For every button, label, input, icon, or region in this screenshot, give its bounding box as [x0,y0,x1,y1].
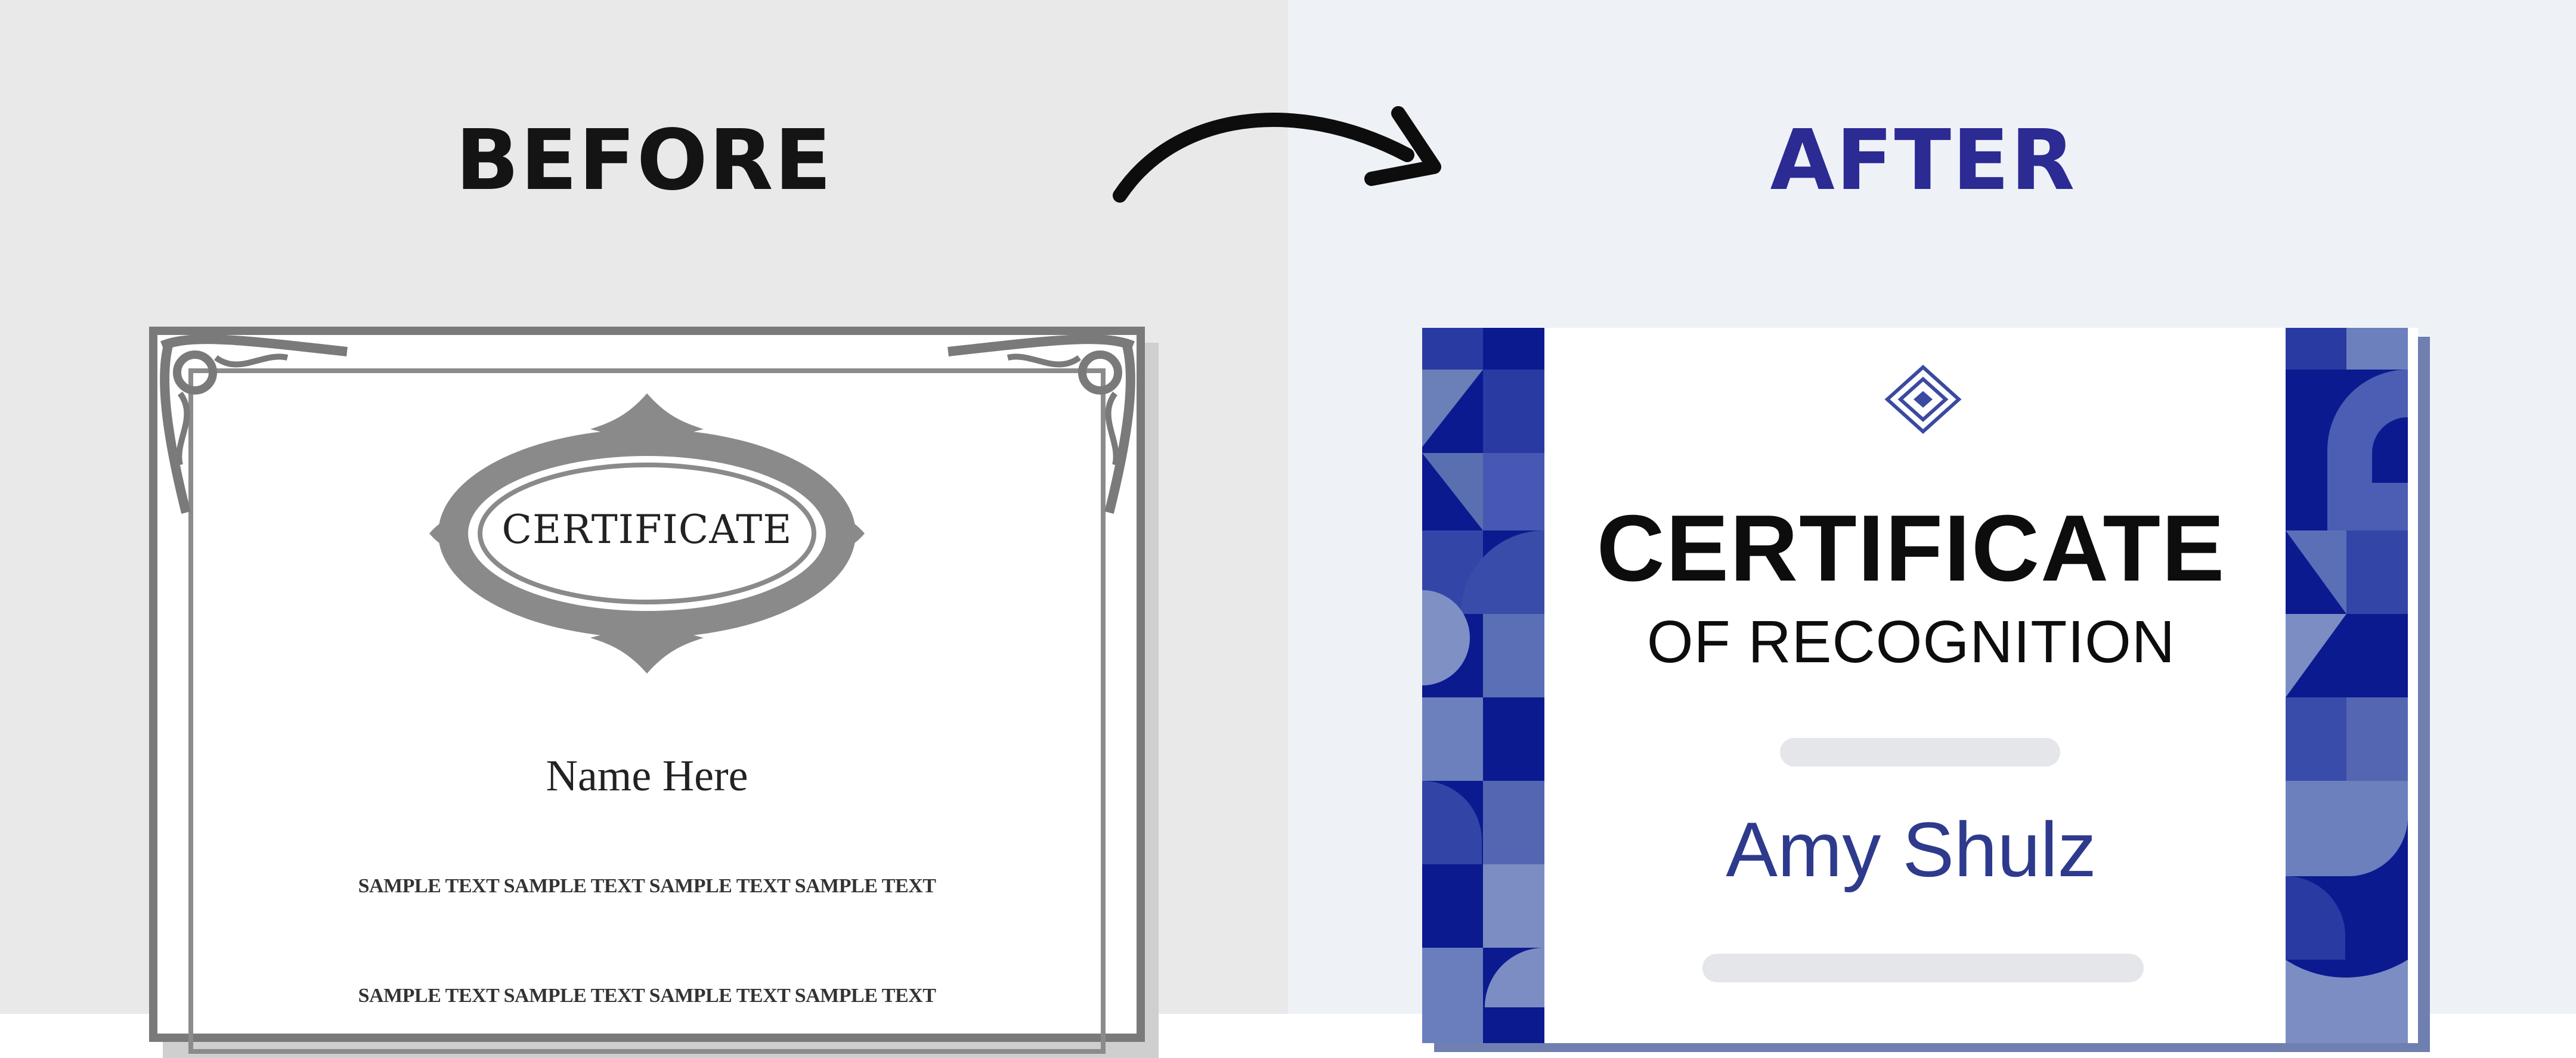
diamond-logo-icon [1884,364,1962,435]
after-certificate-name: Amy Shulz [1726,806,2097,893]
corner-ornament-top-left-icon [160,334,348,514]
after-heading: AFTER [1770,112,2076,209]
after-certificate: CERTIFICATE OF RECOGNITION Amy Shulz [1422,328,2418,1043]
placeholder-bar-top [1780,738,2060,767]
arrow-right-curved-icon [1113,106,1441,203]
before-certificate-name: Name Here [546,752,748,801]
after-certificate-title: CERTIFICATE [1596,496,2226,601]
geometric-band-right [2286,328,2408,1043]
corner-ornament-top-right-icon [948,334,1135,514]
before-sample-text-2: SAMPLE TEXT SAMPLE TEXT SAMPLE TEXT SAMP… [358,985,936,1007]
placeholder-bar-bottom [1702,954,2144,982]
after-certificate-subtitle: OF RECOGNITION [1646,609,2176,675]
before-heading: BEFORE [455,112,833,209]
before-sample-text-1: SAMPLE TEXT SAMPLE TEXT SAMPLE TEXT SAMP… [358,875,936,897]
before-certificate-title: CERTIFICATE [501,507,792,553]
geometric-band-left [1422,328,1544,1043]
